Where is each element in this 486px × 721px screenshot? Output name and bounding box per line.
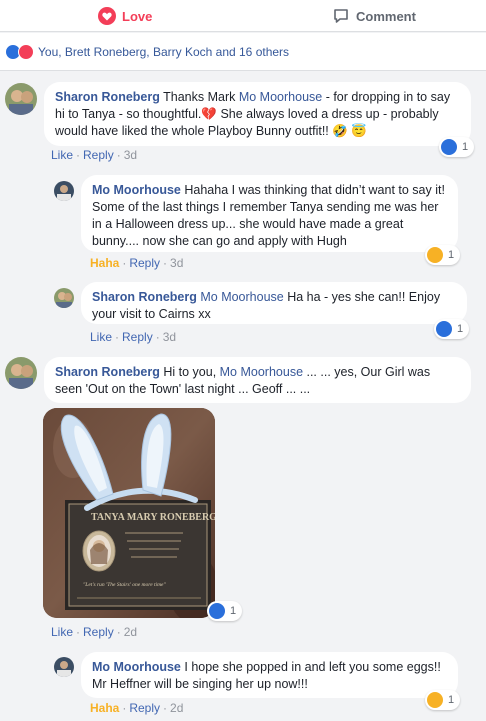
reaction-badge[interactable]: 1 (434, 319, 470, 339)
reply-link[interactable]: Reply (83, 625, 114, 639)
timestamp[interactable]: 2d (170, 701, 183, 715)
like-link[interactable]: Like (51, 148, 73, 162)
comment-photo[interactable]: TANYA MARY RONEBERG "Let's run 'The Stai… (43, 408, 215, 618)
comment-bubble: Sharon Roneberg Hi to you, Mo Moorhouse … (44, 357, 471, 403)
avatar[interactable] (54, 181, 74, 201)
comment-bubble: Sharon Roneberg Thanks Mark Mo Moorhouse… (44, 82, 471, 146)
like-icon (441, 139, 457, 155)
avatar[interactable] (54, 288, 74, 308)
reaction-count: 1 (230, 605, 237, 617)
reply-link[interactable]: Reply (83, 148, 114, 162)
haha-icon (427, 692, 443, 708)
comment-bubble: Mo Moorhouse I hope she popped in and le… (81, 652, 458, 698)
comment-text: Hi to you, (163, 365, 220, 379)
comment-button[interactable]: Comment (332, 6, 416, 26)
comment-author[interactable]: Sharon Roneberg (92, 290, 197, 304)
reaction-badge[interactable]: 1 (207, 601, 243, 621)
comment-meta: Haha · Reply · 2d (90, 701, 184, 715)
timestamp[interactable]: 3d (170, 256, 183, 270)
comment-meta: Like · Reply · 3d (90, 330, 177, 344)
comment-meta: Like · Reply · 3d (51, 148, 138, 162)
reaction-count: 1 (457, 323, 464, 335)
heart-icon (98, 7, 116, 25)
timestamp[interactable]: 3d (124, 148, 137, 162)
reaction-count: 1 (462, 141, 469, 153)
reply-link[interactable]: Reply (122, 330, 153, 344)
love-label: Love (122, 8, 153, 24)
mention-link[interactable]: Mo Moorhouse (220, 365, 303, 379)
reaction-badge[interactable]: 1 (425, 690, 461, 710)
comment-bubble: Sharon Roneberg Mo Moorhouse Ha ha - yes… (81, 282, 467, 324)
comment-author[interactable]: Sharon Roneberg (55, 90, 160, 104)
timestamp[interactable]: 2d (124, 625, 137, 639)
like-icon (209, 603, 225, 619)
avatar[interactable] (5, 83, 37, 115)
love-button[interactable]: Love (98, 6, 152, 26)
reaction-summary[interactable]: You, Brett Roneberg, Barry Koch and 16 o… (0, 33, 486, 71)
mention-link[interactable]: Mo Moorhouse (200, 290, 283, 304)
comment-author[interactable]: Mo Moorhouse (92, 183, 181, 197)
comment-meta: Like · Reply · 2d (51, 625, 138, 639)
haha-icon (427, 247, 443, 263)
comment-author[interactable]: Sharon Roneberg (55, 365, 160, 379)
reply-link[interactable]: Reply (129, 701, 160, 715)
like-link[interactable]: Like (90, 330, 112, 344)
reacted-haha-link[interactable]: Haha (90, 701, 119, 715)
timestamp[interactable]: 3d (163, 330, 176, 344)
reply-link[interactable]: Reply (129, 256, 160, 270)
like-link[interactable]: Like (51, 625, 73, 639)
comment-bubble: Mo Moorhouse Hahaha I was thinking that … (81, 175, 458, 252)
comment-icon (334, 9, 348, 23)
like-icon (436, 321, 452, 337)
comment-meta: Haha · Reply · 3d (90, 256, 184, 270)
reaction-badge[interactable]: 1 (439, 137, 475, 157)
plaque-quote: "Let's run 'The Stairs' one more time" (83, 582, 166, 588)
comment-text: Thanks Mark (163, 90, 239, 104)
comment-label: Comment (356, 8, 416, 24)
comment-author[interactable]: Mo Moorhouse (92, 660, 181, 674)
emoji: 🤣 😇 (332, 124, 367, 138)
mention-link[interactable]: Mo Moorhouse (239, 90, 322, 104)
reaction-summary-text[interactable]: You, Brett Roneberg, Barry Koch and 16 o… (38, 45, 289, 59)
reacted-haha-link[interactable]: Haha (90, 256, 119, 270)
reaction-count: 1 (448, 694, 455, 706)
avatar[interactable] (5, 357, 37, 389)
post-action-bar: Love Comment (0, 0, 486, 32)
avatar[interactable] (54, 657, 74, 677)
plaque-name: TANYA MARY RONEBERG (91, 512, 215, 523)
reaction-badge[interactable]: 1 (425, 245, 461, 265)
love-icon (18, 43, 34, 60)
reaction-count: 1 (448, 249, 455, 261)
broken-heart-emoji: 💔 (201, 107, 217, 121)
